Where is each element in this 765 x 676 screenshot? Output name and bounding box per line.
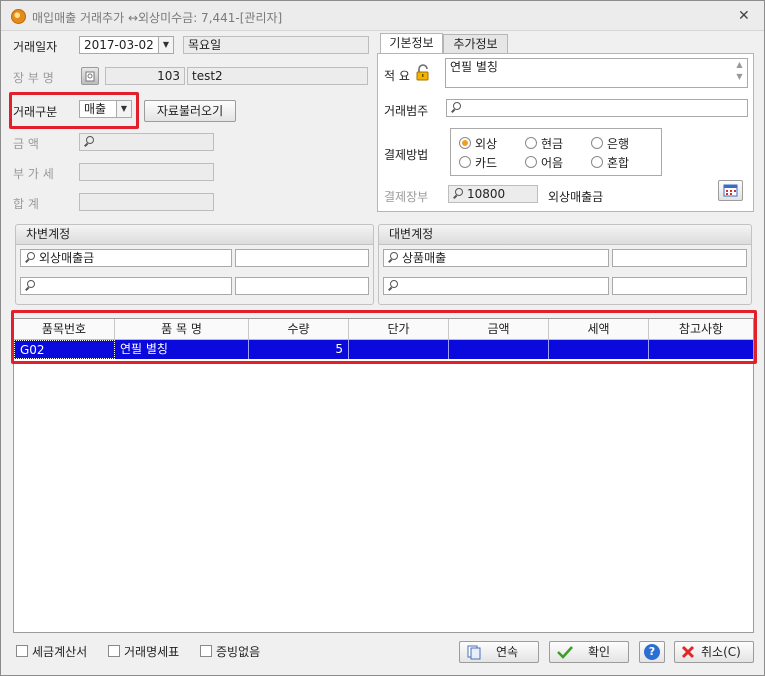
- payment-ledger-name: 외상매출금: [548, 190, 604, 204]
- search-icon: [23, 250, 37, 266]
- ledger-label: 장 부 명: [13, 71, 54, 85]
- credit-value-field-1[interactable]: [612, 249, 747, 267]
- memo-label: 적 요: [384, 69, 410, 83]
- amount-label: 금 액: [13, 137, 39, 151]
- tax-invoice-checkbox[interactable]: [16, 645, 28, 657]
- cancel-button-label: 취소(C): [701, 645, 741, 659]
- help-icon: ?: [644, 644, 660, 660]
- lock-icon: [414, 64, 432, 82]
- cancel-button[interactable]: 취소(C): [674, 641, 754, 663]
- vat-field: [79, 163, 214, 181]
- statement-label: 거래명세표: [124, 645, 180, 659]
- help-button[interactable]: ?: [639, 641, 665, 663]
- check-icon: [557, 646, 573, 659]
- radio-card-label: 카드: [475, 156, 498, 170]
- trade-type-label: 거래구분: [13, 105, 58, 119]
- radio-cash[interactable]: [525, 137, 537, 149]
- load-data-button[interactable]: 자료불러오기: [144, 100, 236, 122]
- memo-field[interactable]: 연필 별칭: [445, 58, 748, 88]
- calendar-button[interactable]: [718, 180, 743, 201]
- date-label: 거래일자: [13, 40, 58, 54]
- title-bar[interactable]: 매입매출 거래추가 ↔외상미수금: 7,441-[관리자] ✕: [1, 1, 764, 31]
- tab-extra-info[interactable]: 추가정보: [443, 34, 508, 54]
- search-icon: [449, 100, 463, 116]
- tax-invoice-label: 세금계산서: [32, 645, 88, 659]
- radio-bill[interactable]: [525, 156, 537, 168]
- trade-type-select[interactable]: 매출: [79, 100, 117, 118]
- credit-account-field-2[interactable]: [383, 277, 609, 295]
- debit-account-group: 차변계정 외상매출금: [15, 224, 374, 305]
- memo-scrollbar[interactable]: ▲ ▼: [732, 59, 747, 87]
- weekday-field: 목요일: [183, 36, 369, 54]
- ledger-lookup-icon[interactable]: [81, 67, 99, 85]
- credit-account-field-1[interactable]: 상품매출: [383, 249, 609, 267]
- search-icon: [386, 250, 400, 266]
- search-icon: [451, 186, 465, 202]
- debit-account-title: 차변계정: [16, 225, 373, 245]
- amount-field: [79, 133, 214, 151]
- continue-button[interactable]: 연속: [459, 641, 539, 663]
- basic-info-panel: 적 요 연필 별칭 ▲ ▼ 거래범주 결제방법 외상 현금 은행 카드 어음 혼…: [377, 53, 754, 212]
- debit-value-field-2[interactable]: [235, 277, 369, 295]
- ledger-code-field: 103: [105, 67, 185, 85]
- radio-card[interactable]: [459, 156, 471, 168]
- radio-bill-label: 어음: [541, 156, 564, 170]
- radio-mixed-label: 혼합: [607, 156, 630, 170]
- copy-icon: [467, 645, 481, 660]
- category-field[interactable]: [446, 99, 748, 117]
- ledger-name-field: test2: [187, 67, 368, 85]
- debit-account-field-2[interactable]: [20, 277, 232, 295]
- payment-ledger-code-field: 10800: [448, 185, 538, 203]
- date-dropdown-button[interactable]: ▼: [158, 36, 174, 54]
- dialog-window: 매입매출 거래추가 ↔외상미수금: 7,441-[관리자] ✕ 거래일자 201…: [0, 0, 765, 676]
- radio-cash-label: 현금: [541, 137, 564, 151]
- radio-credit[interactable]: [459, 137, 471, 149]
- window-title: 매입매출 거래추가 ↔외상미수금: 7,441-[관리자]: [32, 11, 283, 25]
- item-grid[interactable]: 품목번호 품 목 명 수량 단가 금액 세액 참고사항 G02 연필 별칭 5: [13, 318, 754, 633]
- trade-type-dropdown-button[interactable]: ▼: [116, 100, 132, 118]
- calendar-icon: [723, 184, 738, 197]
- search-icon: [23, 278, 37, 294]
- radio-bank-label: 은행: [607, 137, 630, 151]
- radio-credit-label: 외상: [475, 137, 498, 151]
- no-evidence-checkbox[interactable]: [200, 645, 212, 657]
- radio-mixed[interactable]: [591, 156, 603, 168]
- category-label: 거래범주: [384, 104, 429, 118]
- debit-account-field-1[interactable]: 외상매출금: [20, 249, 232, 267]
- tab-basic-info[interactable]: 기본정보: [380, 33, 443, 54]
- payment-ledger-label: 결제장부: [384, 190, 429, 204]
- credit-value-field-2[interactable]: [612, 277, 747, 295]
- continue-button-label: 연속: [496, 645, 519, 659]
- credit-account-title: 대변계정: [379, 225, 751, 245]
- debit-value-field-1[interactable]: [235, 249, 369, 267]
- date-field[interactable]: 2017-03-02: [79, 36, 159, 54]
- radio-bank[interactable]: [591, 137, 603, 149]
- statement-checkbox[interactable]: [108, 645, 120, 657]
- total-label: 합 계: [13, 197, 39, 211]
- confirm-button-label: 확인: [588, 645, 611, 659]
- payment-method-group: 외상 현금 은행 카드 어음 혼합: [450, 128, 662, 176]
- app-icon: [11, 9, 26, 24]
- grid-row-highlight: [11, 310, 757, 364]
- no-evidence-label: 증빙없음: [216, 645, 261, 659]
- x-icon: [681, 645, 695, 659]
- payment-method-label: 결제방법: [384, 148, 429, 162]
- credit-account-group: 대변계정 상품매출: [378, 224, 752, 305]
- close-icon[interactable]: ✕: [738, 8, 750, 24]
- total-field: [79, 193, 214, 211]
- search-icon: [82, 134, 96, 150]
- confirm-button[interactable]: 확인: [549, 641, 629, 663]
- search-icon: [386, 278, 400, 294]
- vat-label: 부 가 세: [13, 167, 54, 181]
